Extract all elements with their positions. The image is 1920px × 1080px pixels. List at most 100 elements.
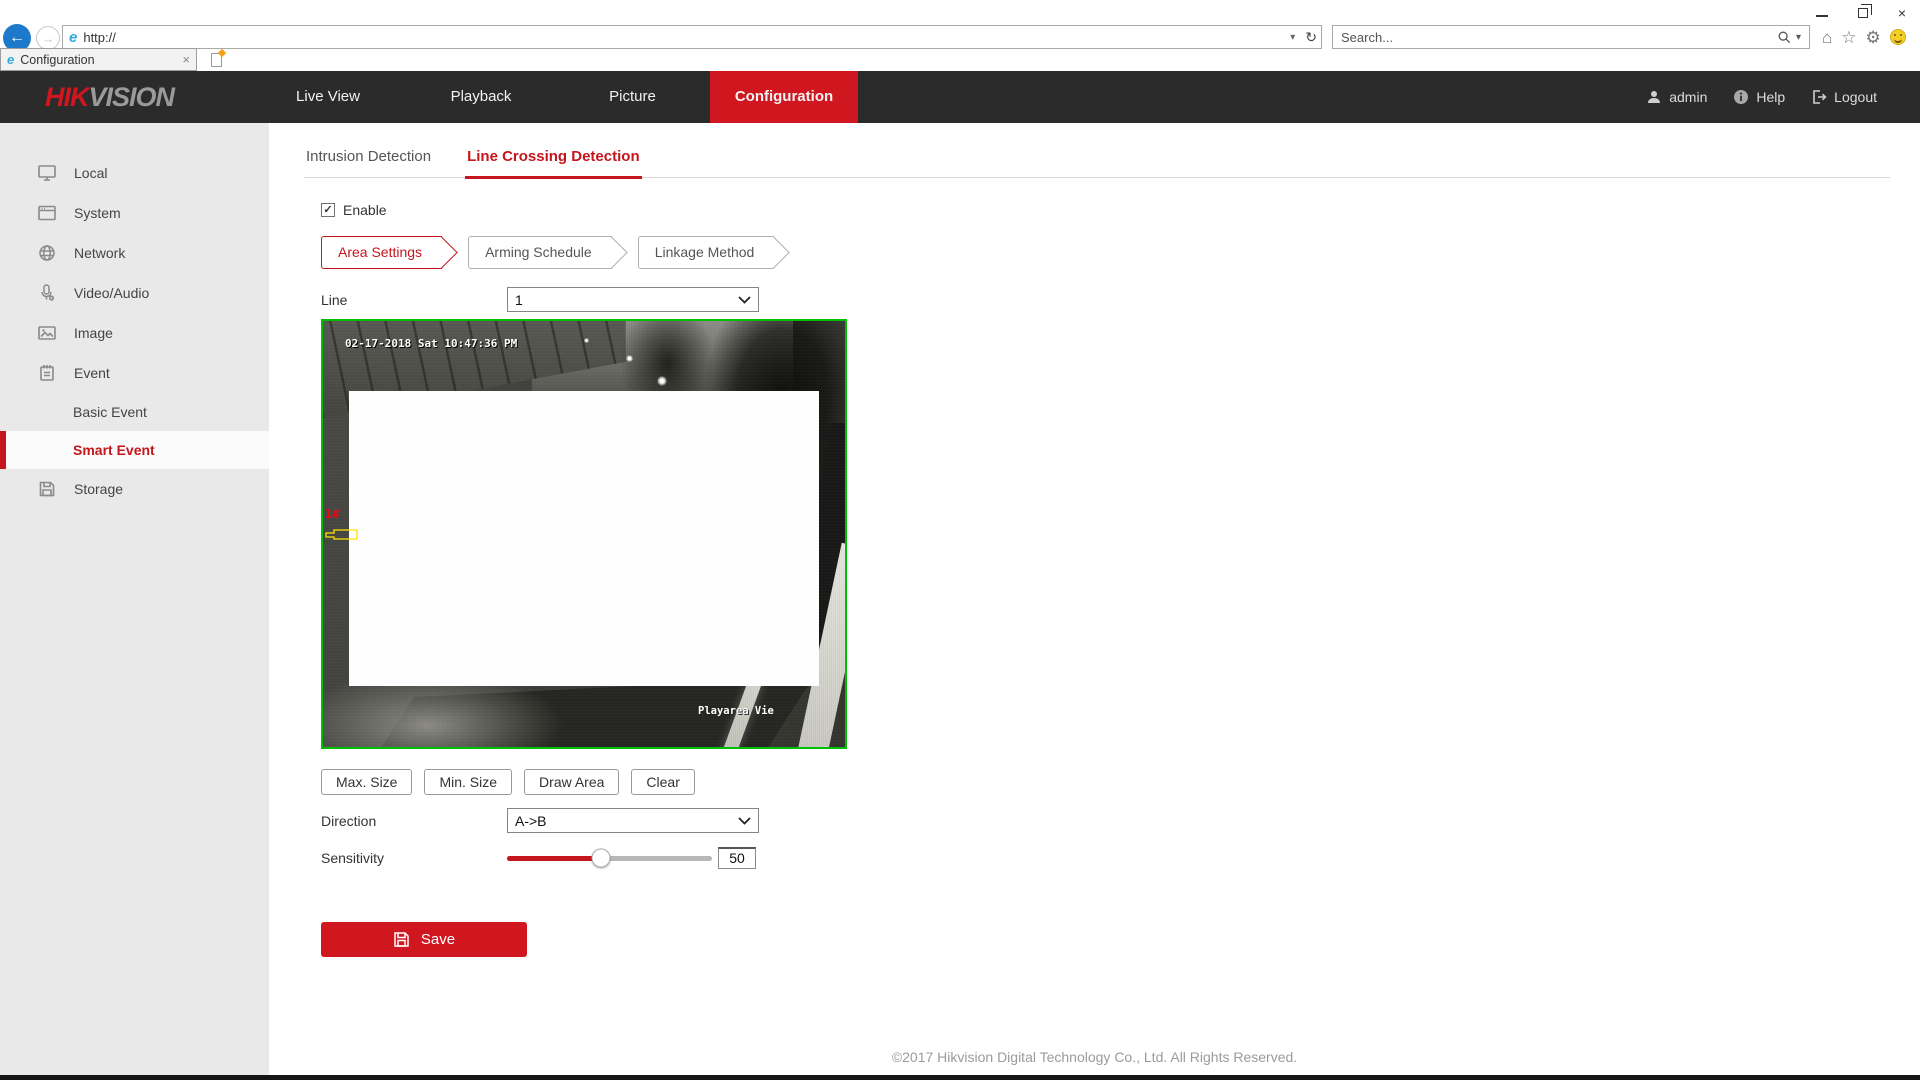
sidebar-item-event[interactable]: Event	[0, 353, 269, 393]
window-restore-button[interactable]	[1858, 6, 1868, 20]
content-panel: Intrusion Detection Line Crossing Detect…	[269, 123, 1920, 1075]
restore-icon	[1858, 8, 1868, 18]
direction-row: Direction A->B	[321, 808, 1920, 833]
sidebar-item-basic-event[interactable]: Basic Event	[0, 393, 269, 431]
nav-playback[interactable]: Playback	[436, 71, 526, 123]
sidebar: Local System Network Video/Audio Image E…	[0, 123, 269, 1075]
slider-fill	[507, 856, 601, 861]
save-row: Save	[321, 922, 1920, 957]
copyright-footer: ©2017 Hikvision Digital Technology Co., …	[269, 1049, 1920, 1065]
monitor-icon	[37, 163, 57, 183]
detection-tabs: Intrusion Detection Line Crossing Detect…	[304, 148, 1890, 178]
subtab-arming-schedule[interactable]: Arming Schedule	[468, 236, 612, 269]
storage-icon	[37, 479, 57, 499]
hikvision-logo: HIKVISION	[45, 71, 174, 123]
sensitivity-label: Sensitivity	[321, 850, 507, 866]
minimize-icon	[1816, 15, 1828, 17]
sidebar-item-video-audio[interactable]: Video/Audio	[0, 273, 269, 313]
nav-picture[interactable]: Picture	[590, 71, 675, 123]
chevron-down-icon	[738, 817, 751, 825]
nav-configuration[interactable]: Configuration	[710, 71, 858, 123]
save-floppy-icon	[393, 931, 410, 948]
max-size-button[interactable]: Max. Size	[321, 769, 412, 795]
enable-label: Enable	[343, 202, 387, 218]
url-text: http://	[83, 30, 116, 45]
sensitivity-row: Sensitivity 50	[321, 847, 1920, 869]
line-label: Line	[321, 292, 507, 308]
window-minimize-button[interactable]	[1816, 6, 1828, 20]
browser-tab-configuration[interactable]: e Configuration ×	[0, 48, 197, 71]
browser-tab-row: e Configuration ×	[0, 48, 1920, 71]
privacy-mask-rectangle	[349, 391, 819, 686]
settings-subtabs: Area Settings Arming Schedule Linkage Me…	[321, 236, 1920, 269]
tab-title: Configuration	[20, 53, 94, 67]
search-dropdown-caret-icon[interactable]: ▾	[1796, 32, 1801, 43]
search-placeholder: Search...	[1341, 30, 1393, 45]
sidebar-item-image[interactable]: Image	[0, 313, 269, 353]
tab-close-icon[interactable]: ×	[182, 52, 190, 67]
globe-icon	[37, 243, 57, 263]
line-select[interactable]: 1	[507, 287, 759, 312]
sidebar-item-smart-event[interactable]: Smart Event	[0, 431, 269, 469]
app-header: HIKVISION Live View Playback Picture Con…	[0, 71, 1920, 123]
forward-arrow-icon: →	[42, 31, 55, 46]
clear-button[interactable]: Clear	[631, 769, 694, 795]
refresh-icon[interactable]: ↻	[1305, 29, 1317, 46]
microphone-icon	[37, 283, 57, 303]
browser-chrome: × ← → e http:// ▾ ↻ Search... ▾ ⌂ ☆ ⚙	[0, 0, 1920, 71]
sidebar-item-storage[interactable]: Storage	[0, 469, 269, 509]
enable-checkbox[interactable]: ✓	[321, 203, 335, 217]
window-close-button[interactable]: ×	[1898, 6, 1906, 20]
browser-toolbar: ⌂ ☆ ⚙	[1822, 25, 1906, 49]
slider-thumb[interactable]	[592, 849, 611, 868]
enable-row: ✓ Enable	[321, 202, 1920, 218]
image-icon	[37, 323, 57, 343]
direction-select[interactable]: A->B	[507, 808, 759, 833]
chevron-down-icon	[738, 296, 751, 304]
search-icon[interactable]	[1777, 30, 1791, 44]
tab-intrusion-detection[interactable]: Intrusion Detection	[304, 148, 433, 177]
new-tab-page-icon	[211, 53, 222, 67]
save-button[interactable]: Save	[321, 922, 527, 957]
nav-live-view[interactable]: Live View	[283, 71, 373, 123]
check-icon: ✓	[323, 205, 332, 216]
draw-area-button[interactable]: Draw Area	[524, 769, 619, 795]
min-size-button[interactable]: Min. Size	[424, 769, 512, 795]
header-right: admin Help Logout	[1646, 71, 1877, 123]
sensitivity-input[interactable]: 50	[718, 847, 756, 869]
video-preview[interactable]: 02-17-2018 Sat 10:47:36 PM Playarea Vie …	[321, 319, 847, 749]
sidebar-item-local[interactable]: Local	[0, 153, 269, 193]
logout-button[interactable]: Logout	[1811, 89, 1877, 105]
browser-forward-button[interactable]: →	[36, 26, 60, 50]
tab-favicon-icon: e	[7, 52, 14, 67]
address-dropdown-caret-icon[interactable]: ▾	[1290, 32, 1295, 43]
system-icon	[37, 203, 57, 223]
info-icon	[1733, 89, 1749, 105]
crossing-line-shape	[325, 528, 359, 547]
subtab-linkage-method[interactable]: Linkage Method	[638, 236, 775, 269]
favorites-star-icon[interactable]: ☆	[1841, 29, 1856, 46]
new-tab-button[interactable]	[205, 50, 227, 70]
sensitivity-slider[interactable]	[507, 856, 712, 861]
window-controls: ×	[1816, 4, 1906, 22]
settings-gear-icon[interactable]: ⚙	[1866, 29, 1881, 46]
user-menu[interactable]: admin	[1646, 89, 1707, 105]
sidebar-item-system[interactable]: System	[0, 193, 269, 233]
address-bar[interactable]: e http:// ▾ ↻	[62, 25, 1322, 49]
subtab-area-settings[interactable]: Area Settings	[321, 236, 442, 269]
direction-label: Direction	[321, 813, 507, 829]
user-icon	[1646, 89, 1662, 105]
tab-line-crossing-detection[interactable]: Line Crossing Detection	[465, 148, 642, 177]
line-row: Line 1	[321, 287, 1920, 312]
back-arrow-icon: ←	[9, 29, 25, 47]
home-icon[interactable]: ⌂	[1822, 29, 1832, 46]
sidebar-item-network[interactable]: Network	[0, 233, 269, 273]
bottom-edge-strip	[0, 1075, 1920, 1080]
feedback-smiley-icon[interactable]	[1890, 29, 1906, 45]
help-link[interactable]: Help	[1733, 89, 1785, 105]
video-timestamp: 02-17-2018 Sat 10:47:36 PM	[345, 337, 517, 350]
ie-logo-icon: e	[69, 29, 77, 46]
search-box[interactable]: Search... ▾	[1332, 25, 1810, 49]
crossing-line-number: 1#	[325, 507, 339, 521]
area-buttons-row: Max. Size Min. Size Draw Area Clear	[321, 769, 1920, 795]
